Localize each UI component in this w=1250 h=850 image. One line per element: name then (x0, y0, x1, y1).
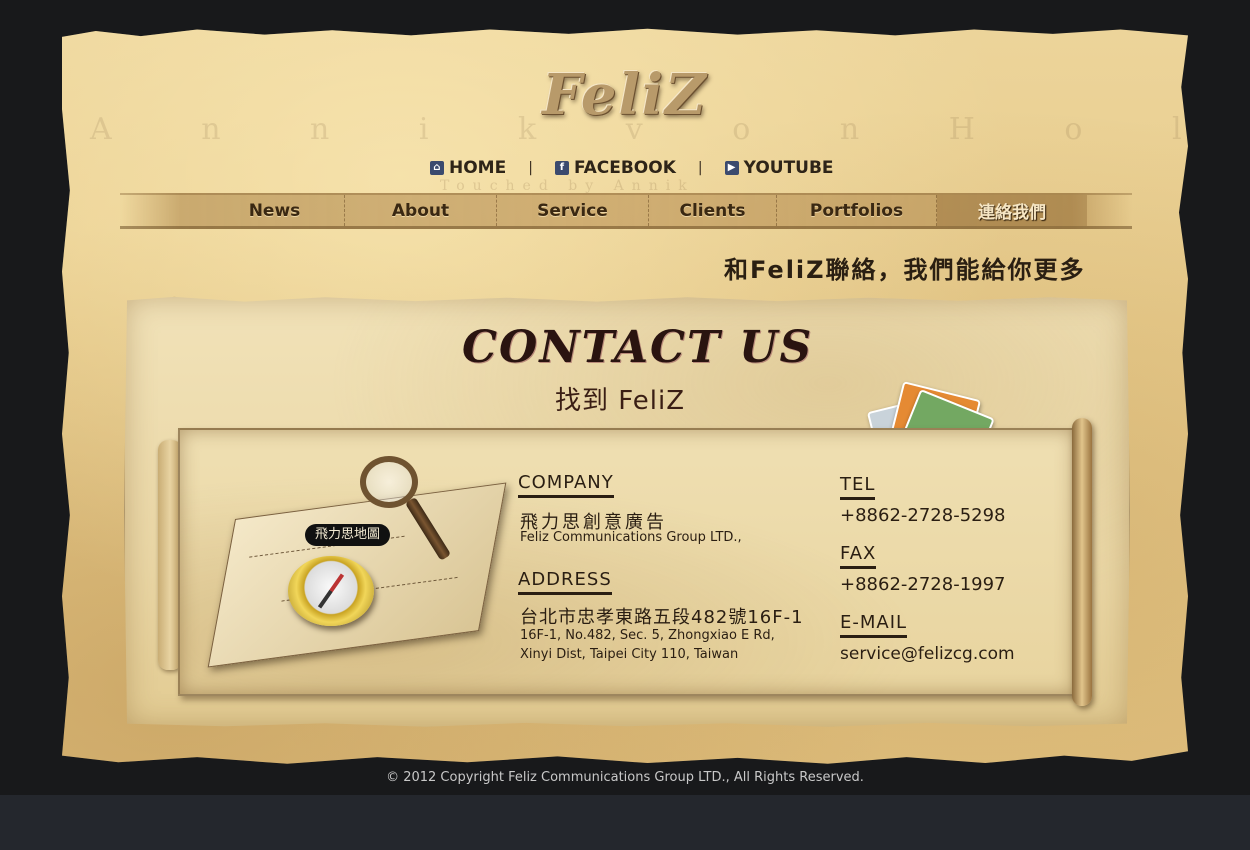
nav-item-contact[interactable]: 連絡我們 (937, 195, 1087, 226)
facebook-icon: f (554, 161, 569, 175)
footer-band (0, 795, 1250, 850)
youtube-icon: ▶ (724, 161, 739, 175)
home-link[interactable]: ⌂ HOME (430, 158, 506, 178)
nav-item-about[interactable]: About (345, 195, 497, 226)
map-link[interactable]: 飛力思地圖 (305, 524, 391, 546)
magnifier-icon (360, 456, 418, 508)
email-heading: E-MAIL (840, 612, 908, 638)
home-link-label: HOME (449, 158, 507, 178)
nav-item-portfolios[interactable]: Portfolios (777, 195, 937, 226)
fax-heading: FAX (840, 543, 877, 569)
watermark-sub: Touched by Annik (440, 178, 695, 194)
copyright: © 2012 Copyright Feliz Communications Gr… (386, 770, 864, 785)
compass-needle (317, 573, 345, 609)
email-link[interactable]: service@felizcg.com (840, 644, 1015, 664)
youtube-link-label: YOUTUBE (743, 158, 834, 178)
contact-subtitle: 找到 FeliZ (555, 386, 686, 416)
compass-icon (288, 556, 374, 626)
address-zh: 台北市忠孝東路五段482號16F-1 (520, 607, 804, 628)
nav-item-news[interactable]: News (205, 195, 345, 226)
nav-item-service[interactable]: Service (497, 195, 649, 226)
scroll-rod (1072, 418, 1092, 706)
facebook-link-label: FACEBOOK (573, 158, 676, 178)
logo-text: FeliZ (542, 62, 708, 128)
tagline: 和FeliZ聯絡，我們能給你更多 (724, 256, 1086, 284)
youtube-link[interactable]: ▶ YOUTUBE (724, 158, 834, 178)
fax-value: +8862-2728-1997 (840, 574, 1006, 595)
site-logo[interactable]: FeliZ (500, 62, 750, 142)
main-nav: News About Service Clients Portfolios 連絡… (120, 193, 1132, 229)
top-links-separator: | (528, 160, 533, 176)
company-heading: COMPANY (518, 472, 614, 498)
tel-heading: TEL (840, 474, 876, 500)
address-en-line1: 16F-1, No.482, Sec. 5, Zhongxiao E Rd, (520, 628, 775, 643)
top-links: ⌂ HOME | f FACEBOOK | ▶ YOUTUBE (430, 156, 834, 180)
facebook-link[interactable]: f FACEBOOK (554, 158, 676, 178)
address-en-line2: Xinyi Dist, Taipei City 110, Taiwan (520, 647, 739, 662)
tel-value[interactable]: +8862-2728-5298 (840, 505, 1006, 526)
top-links-separator: | (697, 160, 703, 176)
contact-title: CONTACT US (462, 322, 814, 373)
nav-item-clients[interactable]: Clients (649, 195, 777, 226)
company-name-en: Feliz Communications Group LTD., (520, 530, 742, 545)
home-icon: ⌂ (430, 161, 444, 175)
address-heading: ADDRESS (518, 569, 612, 595)
